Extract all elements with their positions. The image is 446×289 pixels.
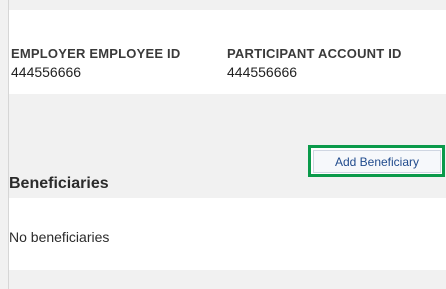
participant-account-id-value: 444556666 [227, 64, 298, 80]
employer-employee-id-value: 444556666 [11, 64, 82, 80]
no-beneficiaries-message: No beneficiaries [9, 229, 110, 245]
employer-employee-id: EMPLOYER EMPLOYEE ID 444556666 [11, 46, 180, 80]
participant-account-id: PARTICIPANT ACCOUNT ID 444556666 [227, 46, 402, 80]
participant-ids-card: EMPLOYER EMPLOYEE ID 444556666 PARTICIPA… [9, 10, 446, 94]
participant-account-id-label: PARTICIPANT ACCOUNT ID [227, 46, 402, 61]
add-beneficiary-button[interactable]: Add Beneficiary [313, 150, 441, 173]
employer-employee-id-label: EMPLOYER EMPLOYEE ID [11, 46, 181, 61]
beneficiaries-title: Beneficiaries [9, 175, 109, 192]
